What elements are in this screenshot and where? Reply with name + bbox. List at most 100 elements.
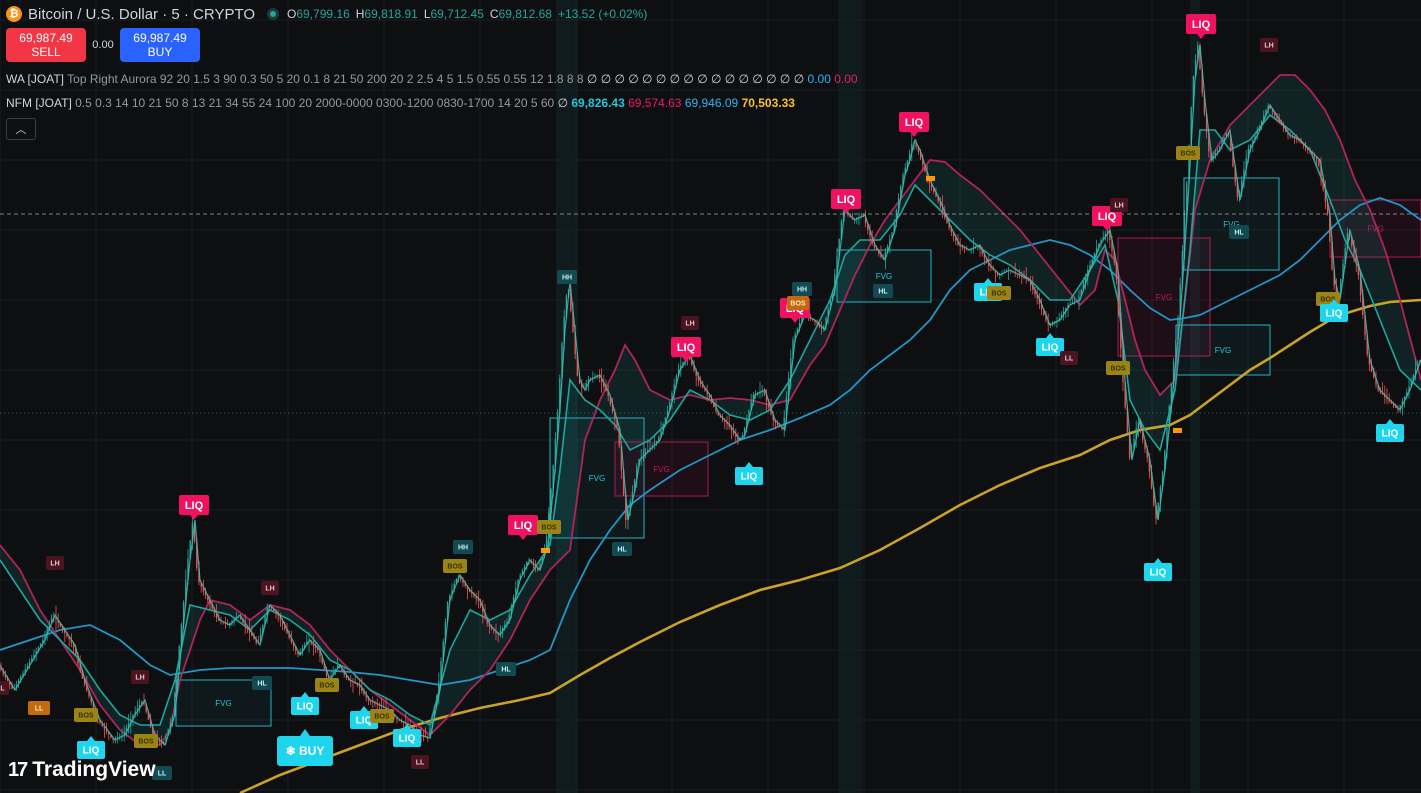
buy-signal-label: ❄ BUY [286, 744, 325, 758]
fvg-label: FVG [1215, 346, 1231, 355]
structure-tag-lh: LH [131, 670, 149, 684]
structure-tag-hl: HL [612, 542, 632, 556]
tag-label: LIQ [83, 746, 100, 757]
tradingview-logo: 17 TradingView [8, 758, 156, 782]
signal-marker [926, 176, 935, 181]
tag-label: HL [501, 667, 511, 674]
market-open-icon [267, 8, 280, 20]
tag-label: HL [1234, 230, 1244, 237]
structure-tag-bos: BOS [787, 296, 809, 310]
structure-tag-bos: BOS [370, 709, 394, 723]
sell-price: 69,987.49 [19, 31, 73, 45]
tag-label: LIQ [297, 702, 314, 713]
ohlc-high: H69,818.91 [355, 7, 418, 21]
tag-label: HH [458, 545, 468, 552]
structure-tag-lh: LH [46, 556, 64, 570]
tag-label: LH [50, 561, 59, 568]
tag-label: HL [0, 686, 5, 693]
price-chart[interactable]: FVGFVGFVGFVGFVGFVGFVGFVG LHHLLLBOSLIQLHB… [0, 0, 1421, 793]
structure-tag-hh: HH [453, 540, 473, 554]
ohlc-low: L69,712.45 [423, 7, 484, 21]
structure-tag-bos: BOS [537, 520, 561, 534]
structure-tag-lh: LH [681, 316, 699, 330]
tag-label: HL [617, 547, 627, 554]
tag-pointer [1154, 558, 1162, 563]
tag-label: LL [416, 760, 425, 767]
tag-label: LIQ [185, 500, 204, 512]
indicator-empty-values: ∅ ∅ ∅ ∅ ∅ ∅ ∅ ∅ ∅ ∅ ∅ ∅ ∅ ∅ ∅ ∅ [586, 72, 805, 86]
tag-label: LIQ [837, 194, 856, 206]
symbol-title[interactable]: Bitcoin / U.S. Dollar · 5 · CRYPTO [28, 6, 255, 23]
fvg-label: FVG [876, 272, 892, 281]
tag-label: BOS [541, 525, 557, 532]
buy-button[interactable]: 69,987.49 BUY [120, 28, 200, 62]
tag-label: LH [685, 321, 694, 328]
tag-label: BOS [138, 739, 154, 746]
ohlc-open: O69,799.16 [287, 7, 350, 21]
structure-tag-liq: LIQ [735, 462, 763, 485]
tag-label: LIQ [1098, 211, 1117, 223]
tag-label: LH [135, 675, 144, 682]
tag-pointer [1046, 333, 1054, 338]
tag-label: LIQ [399, 734, 416, 745]
indicator-value: 0.00 [834, 72, 858, 86]
tag-pointer [519, 535, 527, 540]
tag-label: LIQ [1382, 429, 1399, 440]
structure-tag-ll: LL [1060, 351, 1078, 365]
indicator-legend-nfm[interactable]: NFM [JOAT] 0.5 0.3 14 10 21 50 8 13 21 3… [6, 96, 795, 110]
tag-label: BOS [991, 291, 1007, 298]
tag-pointer [910, 132, 918, 137]
collapse-legend-button[interactable]: ︿ [6, 118, 36, 140]
tag-pointer [791, 318, 799, 323]
signal-marker [541, 548, 550, 553]
structure-tag-liq: LIQ [77, 736, 105, 759]
structure-tag-hl: HL [0, 681, 9, 695]
structure-tag-liq: LIQ [179, 495, 209, 520]
tag-pointer [984, 278, 992, 283]
sell-label: SELL [31, 45, 61, 59]
structure-tag-liq: LIQ [1036, 333, 1064, 356]
ohlc-close: C69,812.68 [489, 7, 552, 21]
tag-label: LIQ [514, 520, 533, 532]
tag-label: HL [257, 681, 267, 688]
sell-button[interactable]: 69,987.49 SELL [6, 28, 86, 62]
signal-marker [1173, 428, 1182, 433]
indicator-value: 69,946.09 [684, 96, 739, 110]
structure-tag-lh: LH [261, 581, 279, 595]
structure-tag-liq: LIQ [508, 515, 538, 540]
tag-pointer [87, 736, 95, 741]
indicator-params: Top Right Aurora 92 20 1.5 3 90 0.3 50 5… [67, 72, 584, 86]
structure-tag-hl: HL [252, 676, 272, 690]
trade-panel: 69,987.49 SELL 0.00 69,987.49 BUY [6, 28, 200, 62]
fvg-label: FVG [215, 699, 231, 708]
structure-tag-liq: LIQ [1144, 558, 1172, 581]
structure-tag-ll: LL [411, 755, 429, 769]
structure-tag-hl: HL [873, 284, 893, 298]
tag-label: BOS [1180, 151, 1196, 158]
tag-label: LL [1065, 356, 1074, 363]
indicator-value: 69,574.63 [628, 96, 682, 110]
tag-label: BOS [78, 713, 94, 720]
structure-tag-liq: LIQ [1376, 419, 1404, 442]
tag-label: LIQ [741, 472, 758, 483]
structure-tag-lh: LH [1260, 38, 1278, 52]
fvg-label: FVG [653, 465, 669, 474]
tag-pointer [301, 692, 309, 697]
structure-tag-hl: HL [496, 662, 516, 676]
tag-label: LIQ [905, 117, 924, 129]
structure-tag-liq: LIQ [671, 337, 701, 362]
tag-label: LH [1114, 203, 1123, 210]
bitcoin-icon: ₿ [6, 6, 22, 22]
buy-price: 69,987.49 [133, 31, 187, 45]
tag-label: LL [158, 771, 167, 778]
fvg-label: FVG [589, 474, 605, 483]
indicator-params: 0.5 0.3 14 10 21 50 8 13 21 34 55 24 100… [75, 96, 555, 110]
indicator-legend-wa[interactable]: WA [JOAT] Top Right Aurora 92 20 1.5 3 9… [6, 72, 858, 86]
tag-label: BOS [374, 714, 390, 721]
structure-tag-bos: BOS [134, 734, 158, 748]
fvg-boxes: FVGFVGFVGFVGFVGFVGFVGFVG [175, 177, 1421, 727]
indicator-value: 70,503.33 [741, 96, 795, 110]
structure-tag-ll: LL [28, 701, 50, 715]
tag-pointer [190, 515, 198, 520]
structure-tag-bos: BOS [1176, 146, 1200, 160]
